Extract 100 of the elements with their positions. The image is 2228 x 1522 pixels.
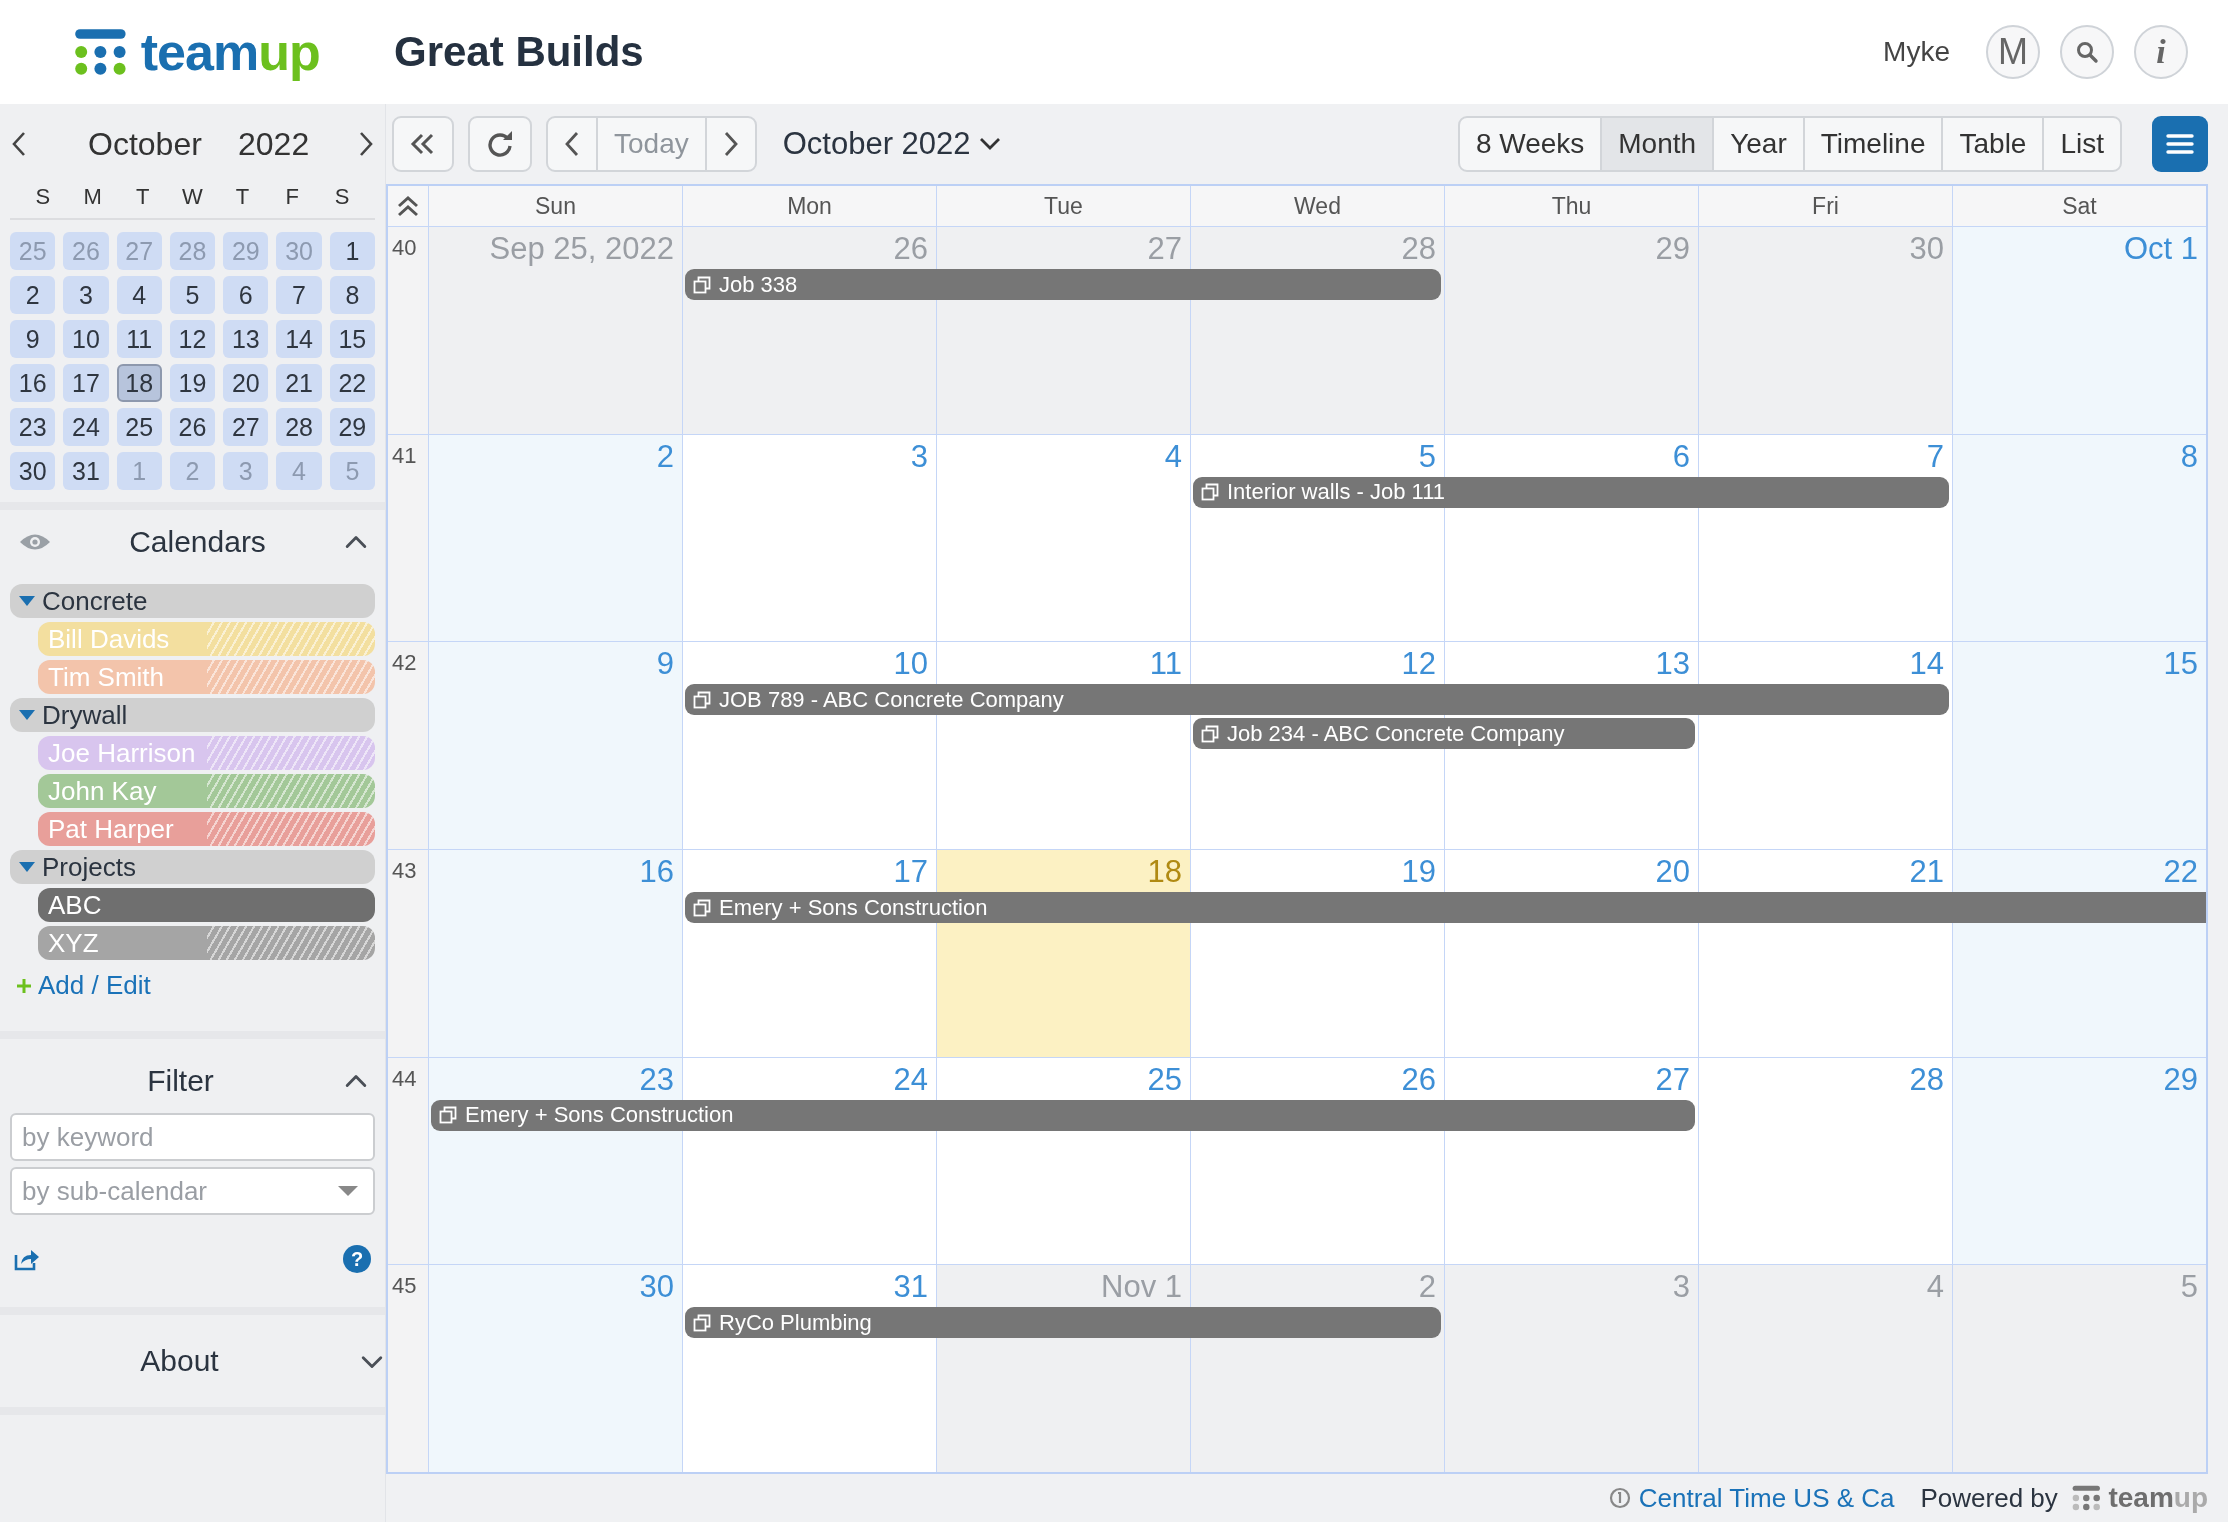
- day-cell[interactable]: 15: [1952, 642, 2206, 849]
- day-number: 29: [2163, 1061, 2198, 1098]
- previous-month-button[interactable]: [10, 130, 28, 158]
- mini-day[interactable]: 26: [63, 232, 109, 270]
- double-chevron-icon: [410, 132, 436, 156]
- collapse-icon[interactable]: [396, 195, 420, 217]
- refresh-button[interactable]: [468, 116, 532, 172]
- day-number: 30: [1909, 231, 1944, 267]
- year-label: 2022: [238, 125, 311, 163]
- view-tab[interactable]: Year: [1712, 116, 1805, 172]
- mini-day[interactable]: 4: [276, 452, 322, 490]
- mini-day[interactable]: 4: [116, 276, 162, 314]
- mini-day[interactable]: 12: [169, 320, 216, 358]
- view-tab[interactable]: Timeline: [1802, 116, 1944, 172]
- event-bar[interactable]: JOB 789 - ABC Concrete Company: [685, 684, 1949, 716]
- help-button[interactable]: ?: [343, 1245, 371, 1273]
- event-bar[interactable]: Interior walls - Job 111: [1193, 476, 1949, 508]
- event-bar[interactable]: Emery + Sons Construction: [431, 1099, 1695, 1131]
- add-edit-link[interactable]: Add / Edit: [38, 970, 151, 1001]
- mini-day[interactable]: 16: [10, 364, 56, 402]
- sub-calendar-select[interactable]: by sub-calendar: [10, 1167, 375, 1215]
- mini-day[interactable]: 1: [116, 452, 162, 490]
- mini-day[interactable]: 29: [223, 232, 269, 270]
- day-cell[interactable]: 8: [1952, 434, 2206, 642]
- day-cell[interactable]: 2: [428, 434, 682, 642]
- period-dropdown[interactable]: October 2022: [782, 126, 1001, 162]
- view-tab[interactable]: List: [2042, 116, 2122, 172]
- mini-day[interactable]: 11: [116, 320, 162, 358]
- day-number: 17: [893, 854, 928, 890]
- mini-day[interactable]: 25: [10, 232, 56, 270]
- weekday-label: F: [284, 184, 300, 210]
- mini-day[interactable]: 30: [276, 232, 322, 270]
- info-button[interactable]: i: [2134, 25, 2188, 79]
- mini-day[interactable]: 26: [169, 408, 216, 446]
- day-cell[interactable]: 29: [1952, 1057, 2206, 1265]
- mini-day[interactable]: 13: [223, 320, 269, 358]
- event-bar[interactable]: Job 338: [685, 269, 1441, 300]
- avatar-button[interactable]: M: [1986, 25, 2040, 79]
- next-month-button[interactable]: [357, 130, 375, 158]
- calendar-group[interactable]: Concrete: [10, 584, 375, 618]
- mini-day[interactable]: 21: [276, 364, 322, 402]
- mini-day[interactable]: 28: [169, 232, 216, 270]
- day-cell[interactable]: 3: [682, 434, 936, 642]
- mini-day[interactable]: 2: [169, 452, 216, 490]
- mini-day[interactable]: 31: [63, 452, 109, 490]
- mini-day[interactable]: 10: [63, 320, 109, 358]
- mini-day[interactable]: 6: [223, 276, 269, 314]
- view-tab[interactable]: 8 Weeks: [1457, 116, 1603, 172]
- mini-day[interactable]: 15: [329, 320, 375, 358]
- today-button[interactable]: Today: [596, 116, 707, 172]
- sub-calendar[interactable]: ABC: [38, 888, 375, 922]
- event-bar[interactable]: Job 234 - ABC Concrete Company: [1193, 718, 1695, 750]
- day-cell[interactable]: 16: [428, 850, 682, 1057]
- sub-calendar[interactable]: XYZ: [38, 926, 375, 960]
- month-label: October: [88, 125, 203, 163]
- day-cell[interactable]: Oct 1: [1952, 227, 2206, 434]
- mini-day[interactable]: 18: [116, 364, 162, 402]
- mini-day[interactable]: 19: [169, 364, 216, 402]
- mini-day[interactable]: 3: [223, 452, 269, 490]
- calendar-group[interactable]: Projects: [10, 850, 375, 884]
- mini-day[interactable]: 1: [329, 232, 375, 270]
- event-bar[interactable]: RyCo Plumbing: [685, 1307, 1441, 1339]
- day-cell[interactable]: 9: [428, 642, 682, 849]
- menu-button[interactable]: [2152, 116, 2208, 172]
- mini-day[interactable]: 22: [329, 364, 375, 402]
- mini-day[interactable]: 27: [223, 408, 269, 446]
- mini-day[interactable]: 30: [10, 452, 56, 490]
- view-tab[interactable]: Month: [1600, 116, 1715, 172]
- mini-day[interactable]: 14: [276, 320, 322, 358]
- timezone-link[interactable]: Central Time US & Ca: [1638, 1482, 1895, 1514]
- mini-day[interactable]: 5: [329, 452, 375, 490]
- mini-day[interactable]: 7: [276, 276, 322, 314]
- previous-button[interactable]: [546, 116, 598, 172]
- mini-day[interactable]: 23: [10, 408, 56, 446]
- calendar-group[interactable]: Drywall: [10, 698, 375, 732]
- collapse-sidebar-button[interactable]: [392, 116, 454, 172]
- keyword-field[interactable]: by keyword: [10, 1113, 375, 1161]
- mini-day[interactable]: 3: [63, 276, 109, 314]
- mini-day[interactable]: 29: [329, 408, 375, 446]
- day-number: 21: [1909, 854, 1944, 890]
- search-button[interactable]: [2060, 25, 2114, 79]
- mini-day[interactable]: 9: [10, 320, 56, 358]
- share-icon[interactable]: [14, 1247, 40, 1271]
- mini-day[interactable]: 2: [10, 276, 56, 314]
- sub-calendar[interactable]: John Kay: [38, 774, 375, 808]
- mini-day[interactable]: 25: [116, 408, 162, 446]
- day-cell[interactable]: 4: [936, 434, 1190, 642]
- mini-day[interactable]: 17: [63, 364, 109, 402]
- next-button[interactable]: [704, 116, 757, 172]
- mini-day[interactable]: 27: [116, 232, 162, 270]
- day-cell[interactable]: 30: [428, 1265, 682, 1472]
- mini-day[interactable]: 20: [223, 364, 269, 402]
- mini-day[interactable]: 24: [63, 408, 109, 446]
- sub-calendar[interactable]: Pat Harper: [38, 812, 375, 846]
- event-bar[interactable]: Emery + Sons Construction: [685, 892, 2206, 923]
- mini-day[interactable]: 5: [169, 276, 216, 314]
- mini-day[interactable]: 28: [276, 408, 322, 446]
- mini-day[interactable]: 8: [329, 276, 375, 314]
- view-tab[interactable]: Table: [1941, 116, 2045, 172]
- day-cell[interactable]: 28: [1698, 1057, 1952, 1265]
